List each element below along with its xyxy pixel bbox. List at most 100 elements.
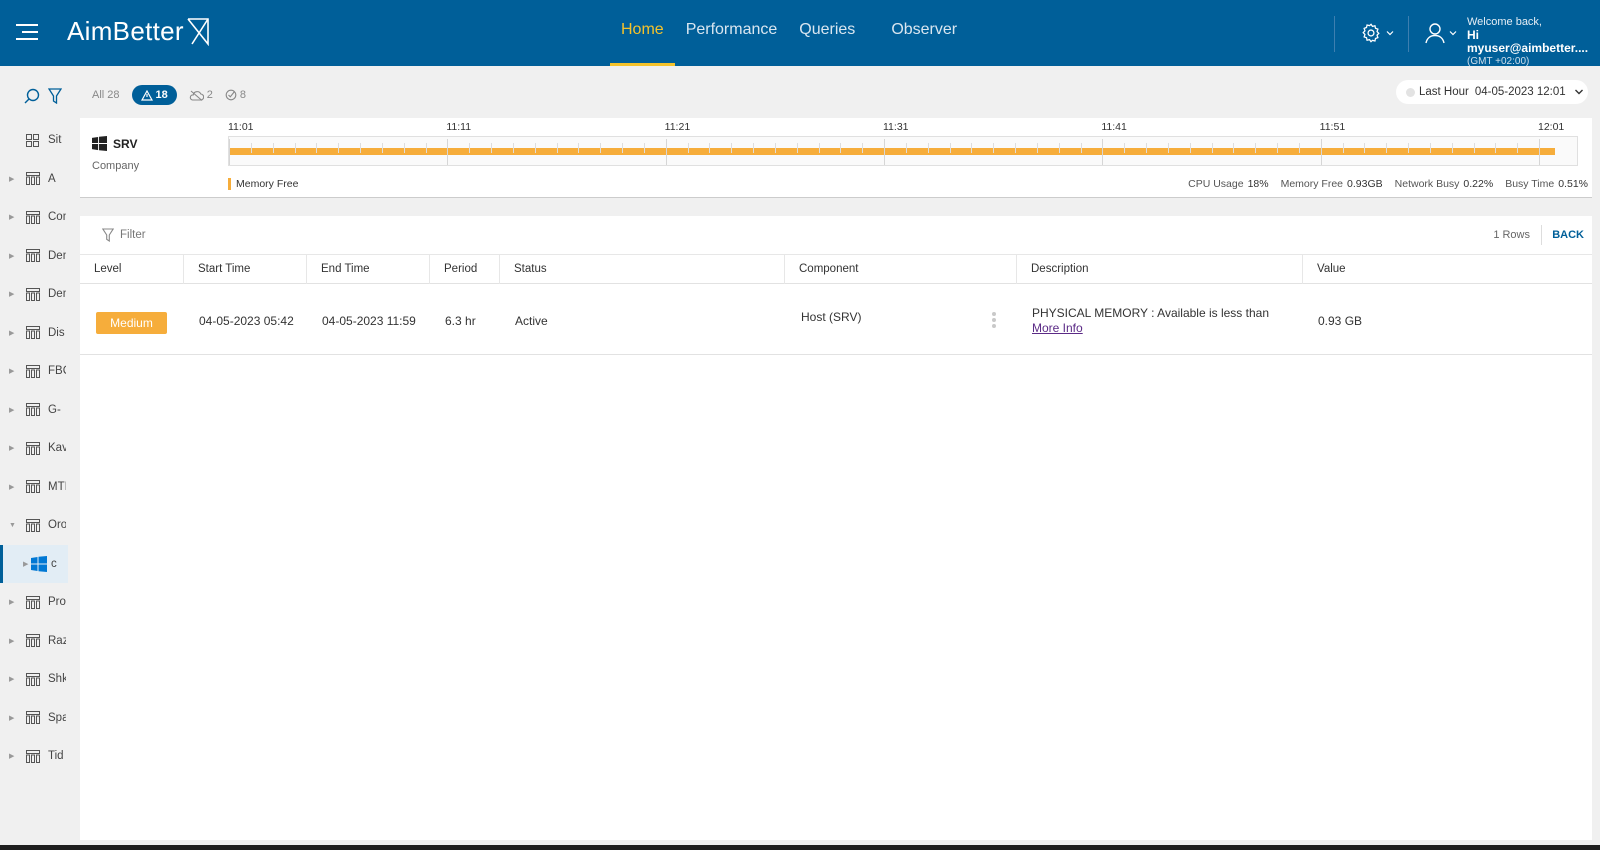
metric-memory: Memory Free 0.93GB <box>1281 178 1383 190</box>
timeline-tick <box>796 143 798 153</box>
sidebar-tools <box>24 88 62 104</box>
sidebar-item-label: A <box>48 172 56 185</box>
tab-cloud[interactable]: 2 <box>189 89 213 101</box>
settings-button[interactable] <box>1360 22 1394 44</box>
timeline-tick <box>1102 139 1104 165</box>
caret-right-icon[interactable]: ▶ <box>0 598 16 606</box>
column-description[interactable]: Description <box>1017 255 1303 284</box>
sidebar-item[interactable]: ▶ Tid <box>0 737 68 775</box>
check-circle-icon <box>225 89 237 101</box>
sidebar-item[interactable]: ▶ Spa <box>0 699 68 737</box>
sidebar-item[interactable]: ▶ G- <box>0 391 68 429</box>
caret-right-icon[interactable]: ▶ <box>0 252 16 260</box>
caret-down-icon[interactable]: ▼ <box>0 522 16 529</box>
caret-right-icon[interactable]: ▶ <box>3 560 31 568</box>
user-menu-button[interactable] <box>1425 22 1457 44</box>
caret-right-icon[interactable]: ▶ <box>0 752 16 760</box>
caret-right-icon[interactable]: ▶ <box>0 213 16 221</box>
sidebar-item[interactable]: ▶ A <box>0 160 68 198</box>
caret-right-icon[interactable]: ▶ <box>0 175 16 183</box>
timeline-tick <box>316 143 318 153</box>
timeline-tick <box>1320 139 1322 165</box>
welcome-block: Welcome back, Hi myuser@aimbetter.... (G… <box>1467 16 1600 68</box>
server-timeline-panel: SRV Company 11:01 11:11 11:21 11:31 11:41 11:… <box>80 118 1592 198</box>
app-logo[interactable]: AimBetter <box>67 16 210 47</box>
column-period[interactable]: Period <box>430 255 500 284</box>
time-range-selector[interactable]: Last Hour 04-05-2023 12:01 <box>1396 80 1588 104</box>
sidebar-item[interactable]: ▶ MTI <box>0 468 68 506</box>
timeline-tick <box>1429 143 1431 153</box>
timeline-tick <box>1277 143 1278 153</box>
nav-performance[interactable]: Performance <box>675 0 789 66</box>
company-icon <box>26 326 48 339</box>
memory-free-alert-bar[interactable] <box>229 148 1556 155</box>
timeline-tick <box>1408 143 1409 153</box>
sidebar-item[interactable]: ▶ Den <box>0 275 68 313</box>
company-icon <box>26 749 48 763</box>
sidebar-item[interactable]: Sit <box>0 121 68 159</box>
sidebar-item-label: Kav <box>48 442 66 454</box>
column-status[interactable]: Status <box>500 255 785 284</box>
timeline-tick <box>971 143 973 153</box>
cell-end-time: 04-05-2023 11:59 <box>322 314 416 328</box>
timeline-tick <box>709 143 711 153</box>
sites-grid-icon <box>26 133 48 147</box>
column-start-time[interactable]: Start Time <box>184 255 307 284</box>
column-value[interactable]: Value <box>1303 255 1592 284</box>
sidebar-item[interactable]: ▶ FBC <box>0 352 68 390</box>
nav-queries[interactable]: Queries <box>788 0 866 66</box>
caret-right-icon[interactable]: ▶ <box>0 637 16 645</box>
metric-cpu-label: CPU Usage <box>1188 178 1244 190</box>
toolbar-divider <box>1541 225 1542 245</box>
column-level[interactable]: Level <box>80 255 184 284</box>
timeline-tick <box>949 143 951 153</box>
caret-right-icon[interactable]: ▶ <box>0 714 16 722</box>
more-info-link[interactable]: More Info <box>1032 321 1269 336</box>
sidebar-item[interactable]: ▶ c <box>0 544 68 583</box>
row-actions-icon[interactable] <box>992 312 996 330</box>
tab-all[interactable]: All 28 <box>92 89 120 101</box>
nav-observer[interactable]: Observer <box>880 0 968 66</box>
sidebar-item-label: Dis <box>48 326 65 339</box>
column-component[interactable]: Component <box>785 255 1017 284</box>
caret-right-icon[interactable]: ▶ <box>0 406 16 414</box>
caret-right-icon[interactable]: ▶ <box>0 444 16 452</box>
nav-home[interactable]: Home <box>610 0 675 66</box>
caret-right-icon[interactable]: ▶ <box>0 483 16 491</box>
sidebar-item[interactable]: ▶ Raz <box>0 622 68 660</box>
sidebar-item[interactable]: ▼ Oro <box>0 506 68 544</box>
filter-icon[interactable] <box>48 88 62 104</box>
tab-alerts[interactable]: 18 <box>131 85 177 105</box>
caret-right-icon[interactable]: ▶ <box>0 290 16 298</box>
search-icon[interactable] <box>24 88 40 104</box>
timeline-tick <box>1386 143 1388 153</box>
level-badge: Medium <box>96 312 167 334</box>
sidebar-item[interactable]: ▶ Pro <box>0 583 68 621</box>
sidebar-item[interactable]: ▶ Kav <box>0 429 68 467</box>
column-end-time[interactable]: End Time <box>307 255 430 284</box>
table-filter-input[interactable]: Filter <box>102 228 146 242</box>
company-icon <box>26 634 48 647</box>
timeline-tick <box>469 143 471 153</box>
sidebar-item-label: Den <box>48 249 66 262</box>
sidebar-item[interactable]: ▶ Den <box>0 237 68 275</box>
caret-right-icon[interactable]: ▶ <box>0 329 16 337</box>
sidebar-item[interactable]: ▶ Con <box>0 198 68 236</box>
chevron-down-icon <box>1574 89 1583 95</box>
tab-resolved[interactable]: 8 <box>225 89 246 101</box>
table-row[interactable]: Medium 04-05-2023 05:42 04-05-2023 11:59… <box>80 284 1592 355</box>
timeline-track[interactable] <box>228 136 1578 166</box>
metric-memory-value: 0.93GB <box>1347 178 1383 190</box>
caret-right-icon[interactable]: ▶ <box>0 367 16 375</box>
timeline-tick <box>687 143 689 153</box>
timeline-time-label: 11:51 <box>1319 121 1346 133</box>
back-button[interactable]: BACK <box>1552 229 1584 241</box>
sidebar-item[interactable]: ▶ Shk <box>0 660 68 698</box>
timeline-tick <box>993 143 995 153</box>
header-divider <box>1408 16 1409 52</box>
sidebar-item[interactable]: ▶ Dis <box>0 314 68 352</box>
menu-toggle-icon[interactable] <box>16 22 40 42</box>
server-name[interactable]: SRV <box>92 136 137 151</box>
caret-right-icon[interactable]: ▶ <box>0 675 16 683</box>
company-icon <box>26 441 48 455</box>
